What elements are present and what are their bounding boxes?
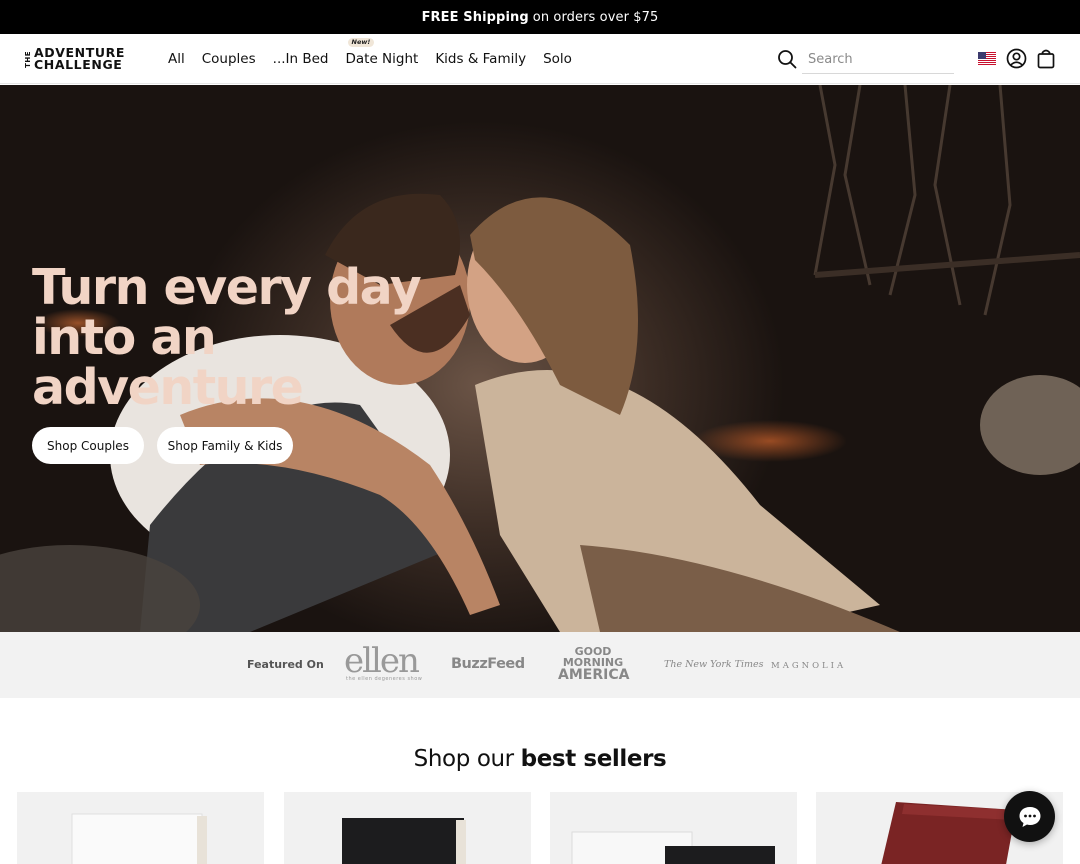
nav-item-date-night-label: Date Night bbox=[345, 51, 419, 67]
gma-logo: GOOD MORNING AMERICA bbox=[558, 646, 630, 683]
best-sellers-heading-light: Shop our bbox=[413, 746, 521, 772]
announcement-text: on orders over $75 bbox=[532, 9, 659, 25]
nav-item-kids-family[interactable]: Kids & Family bbox=[435, 51, 526, 67]
buzzfeed-logo: BuzzFeed bbox=[451, 656, 525, 672]
hero-banner: Turn every day into an adventure Shop Co… bbox=[0, 85, 1080, 632]
hero-title-line-1: Turn every day bbox=[32, 259, 422, 316]
logo-the: THE bbox=[24, 50, 32, 68]
search-input[interactable] bbox=[802, 46, 954, 74]
product-card[interactable] bbox=[550, 792, 797, 864]
cart-icon[interactable] bbox=[1036, 48, 1056, 69]
new-badge: New! bbox=[347, 38, 375, 47]
hero-title-line-3: adventure bbox=[32, 359, 304, 416]
ellen-logo-subtitle: the ellen degeneres show bbox=[346, 676, 423, 682]
gma-line-3: AMERICA bbox=[558, 667, 630, 683]
site-header: THE ADVENTURE CHALLENGE All Couples ...I… bbox=[0, 34, 1080, 84]
nav-item-date-night[interactable]: New! Date Night bbox=[345, 38, 419, 67]
product-card[interactable] bbox=[17, 792, 264, 864]
magnolia-logo: MAGNOLIA bbox=[771, 661, 847, 671]
product-image bbox=[571, 831, 775, 864]
chat-launcher-button[interactable] bbox=[1004, 791, 1055, 842]
main-nav: All Couples ...In Bed New! Date Night Ki… bbox=[168, 34, 589, 84]
featured-on-strip: Featured On ellen the ellen degeneres sh… bbox=[0, 632, 1080, 698]
nav-item-all[interactable]: All bbox=[168, 51, 185, 67]
announcement-bar: FREE Shipping on orders over $75 bbox=[0, 0, 1080, 34]
logo-wordmark: ADVENTURE CHALLENGE bbox=[34, 46, 125, 72]
chat-icon bbox=[1019, 806, 1040, 827]
nyt-logo: The New York Times bbox=[664, 659, 764, 670]
shop-couples-button[interactable]: Shop Couples bbox=[32, 427, 144, 464]
logo-line-2: CHALLENGE bbox=[34, 57, 123, 72]
brand-logo[interactable]: THE ADVENTURE CHALLENGE bbox=[24, 46, 136, 72]
hero-title-line-2: into an bbox=[32, 309, 217, 366]
account-icon[interactable] bbox=[1006, 48, 1027, 69]
nav-item-in-bed[interactable]: ...In Bed bbox=[273, 51, 329, 67]
product-image bbox=[71, 813, 207, 864]
best-sellers-heading: Shop our best sellers bbox=[0, 746, 1080, 772]
product-card[interactable] bbox=[284, 792, 531, 864]
nav-item-solo[interactable]: Solo bbox=[543, 51, 572, 67]
search-icon[interactable] bbox=[777, 49, 797, 69]
best-sellers-heading-bold: best sellers bbox=[520, 746, 667, 772]
ellen-logo: ellen bbox=[344, 641, 420, 681]
product-image bbox=[342, 818, 466, 864]
featured-on-label: Featured On bbox=[247, 658, 324, 671]
us-flag-icon[interactable] bbox=[978, 52, 996, 65]
hero-title: Turn every day into an adventure bbox=[32, 263, 452, 413]
nav-item-couples[interactable]: Couples bbox=[202, 51, 256, 67]
announcement-bold: FREE Shipping bbox=[421, 9, 529, 25]
shop-family-kids-button[interactable]: Shop Family & Kids bbox=[157, 427, 293, 464]
